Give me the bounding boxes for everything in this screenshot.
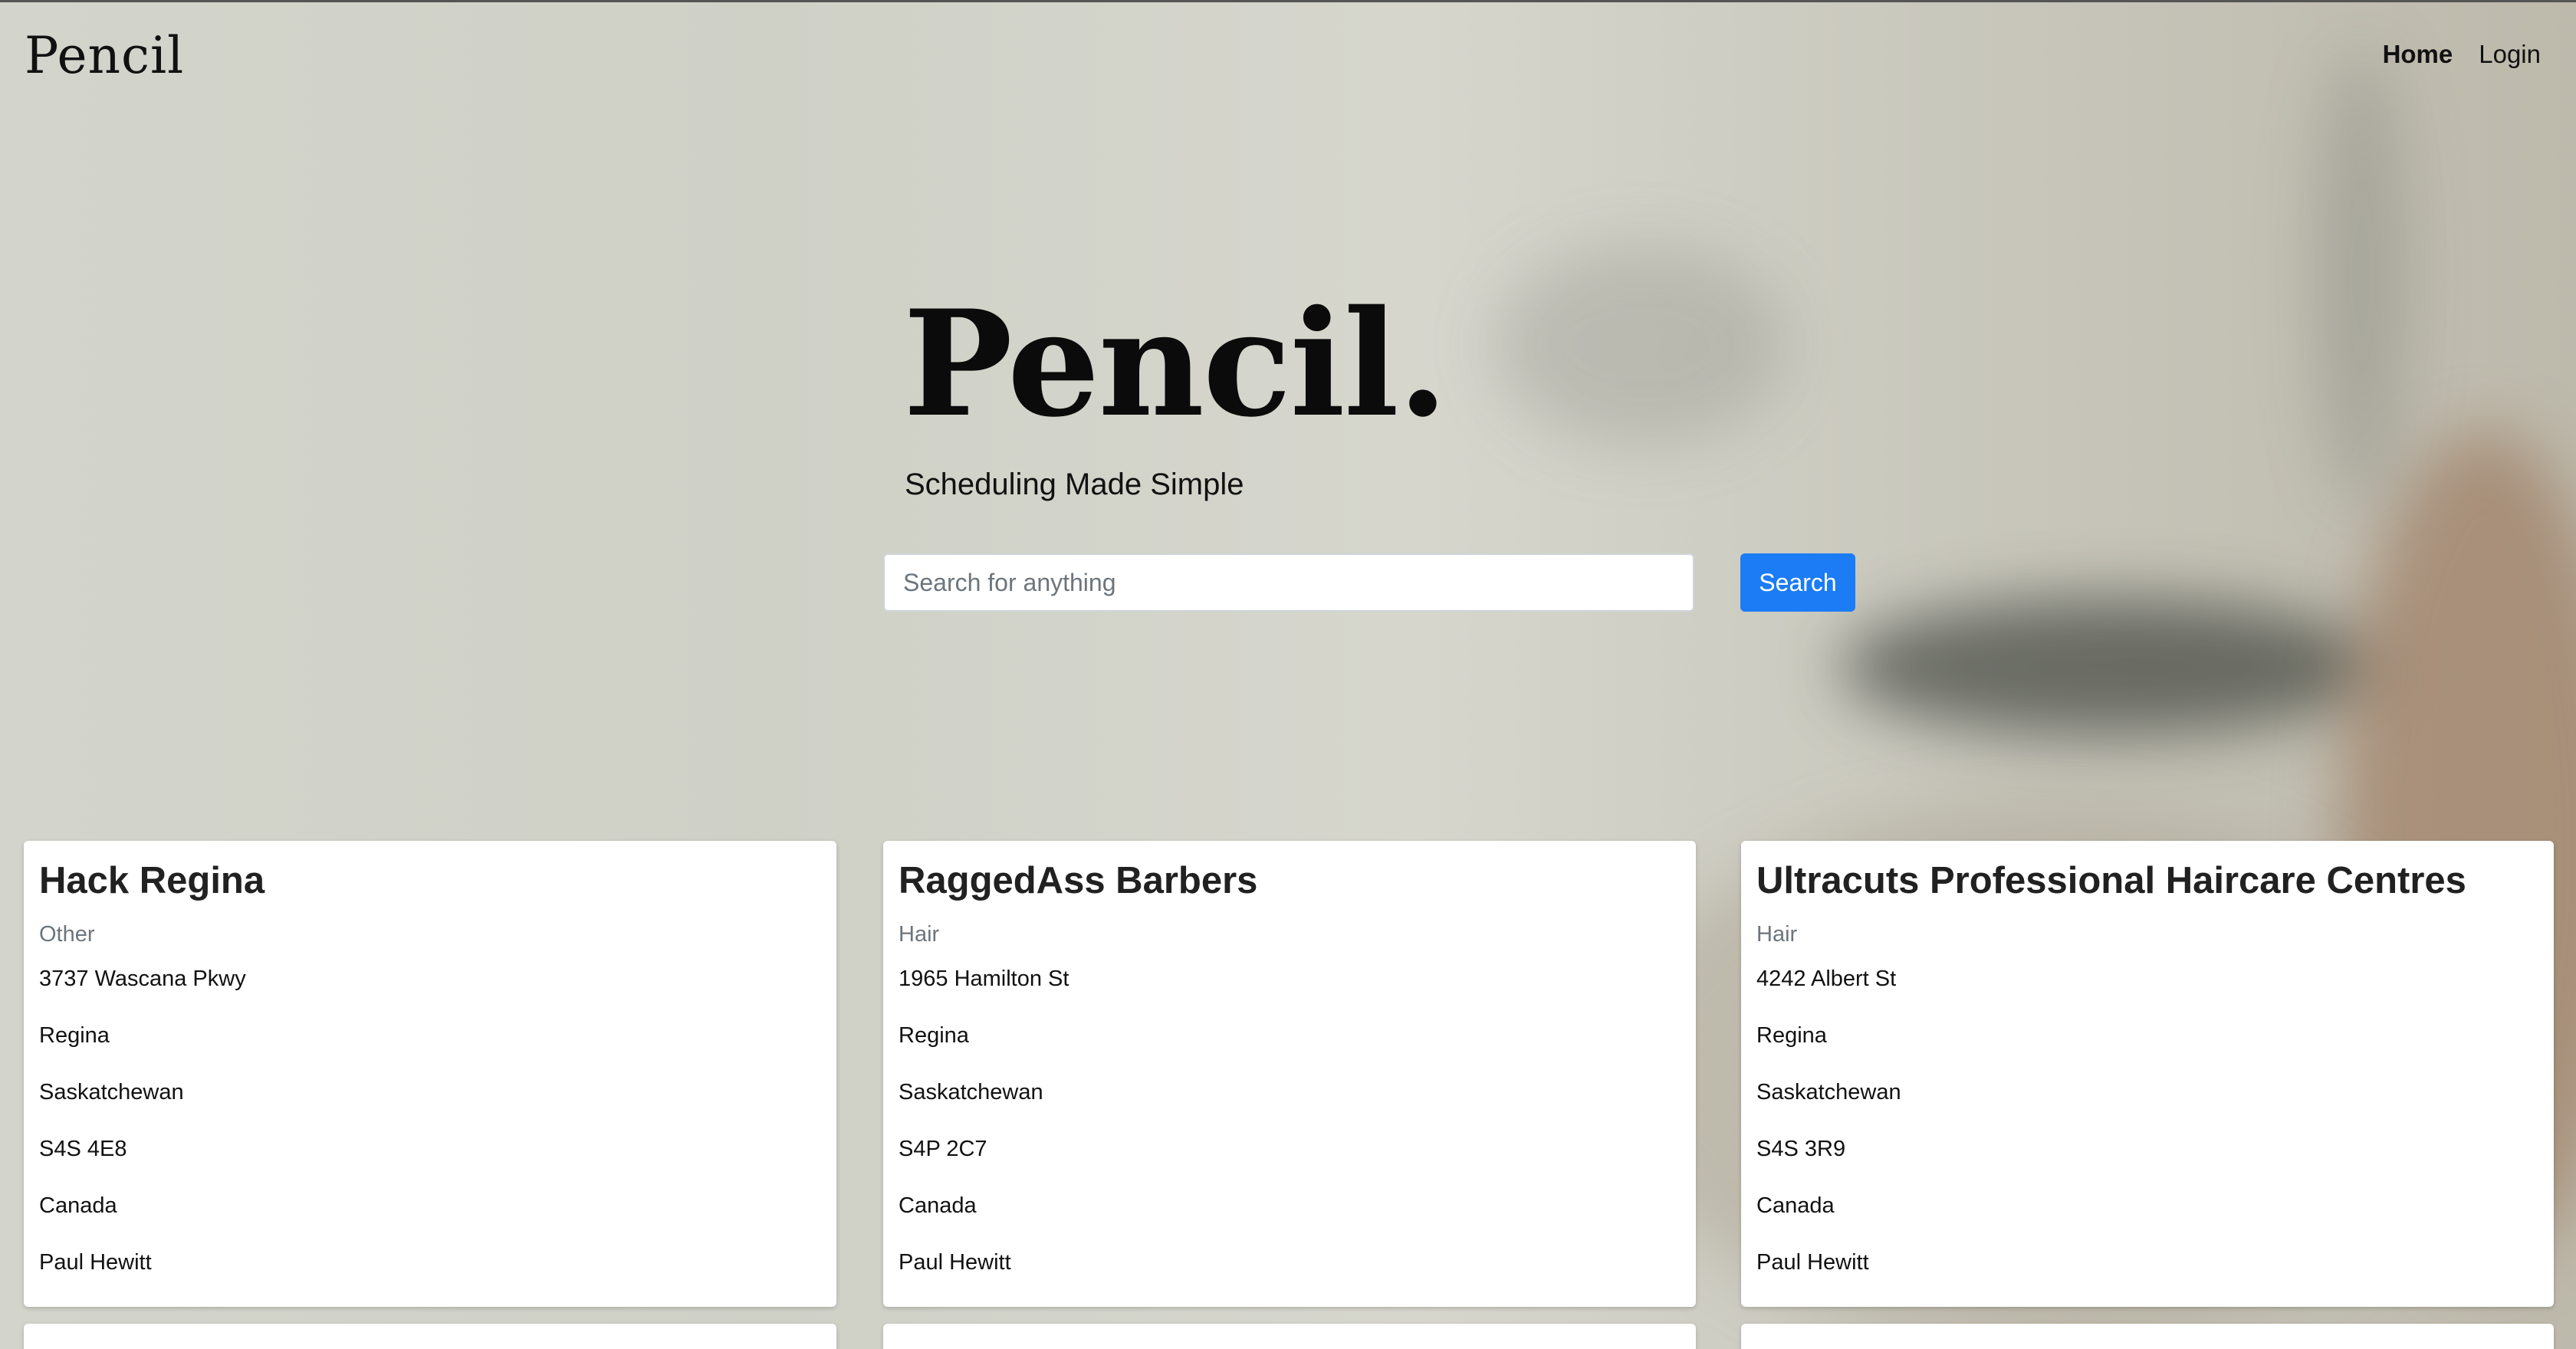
business-card[interactable]: Hack Regina Other 3737 Wascana Pkwy Regi… (24, 841, 836, 1307)
card-title: Ultracuts Professional Haircare Centres (1756, 860, 2466, 901)
card-province: Saskatchewan (1756, 1080, 1901, 1104)
card-street: 1965 Hamilton St (899, 967, 1070, 991)
card-province: Saskatchewan (39, 1080, 184, 1104)
business-card[interactable] (883, 1324, 1696, 1349)
business-card-list: Hack Regina Other 3737 Wascana Pkwy Regi… (0, 0, 2576, 1349)
card-street: 4242 Albert St (1756, 967, 1897, 991)
card-owner: Paul Hewitt (899, 1250, 1011, 1275)
card-postal: S4S 3R9 (1756, 1137, 1846, 1161)
card-postal: S4P 2C7 (899, 1137, 987, 1161)
card-city: Regina (1756, 1023, 1827, 1048)
card-country: Canada (1756, 1193, 1835, 1218)
card-city: Regina (899, 1023, 969, 1048)
card-country: Canada (899, 1193, 977, 1218)
card-category: Other (39, 922, 95, 947)
card-category: Hair (1756, 922, 1798, 947)
card-owner: Paul Hewitt (39, 1250, 152, 1275)
business-card[interactable] (24, 1324, 836, 1349)
card-title: RaggedAss Barbers (899, 860, 1258, 901)
card-province: Saskatchewan (899, 1080, 1043, 1104)
card-postal: S4S 4E8 (39, 1137, 127, 1161)
business-card[interactable] (1741, 1324, 2554, 1349)
card-country: Canada (39, 1193, 117, 1218)
card-owner: Paul Hewitt (1756, 1250, 1869, 1275)
card-category: Hair (899, 922, 940, 947)
business-card[interactable]: Ultracuts Professional Haircare Centres … (1741, 841, 2554, 1307)
business-card[interactable]: RaggedAss Barbers Hair 1965 Hamilton St … (883, 841, 1696, 1307)
card-title: Hack Regina (39, 860, 265, 901)
card-street: 3737 Wascana Pkwy (39, 967, 246, 991)
card-city: Regina (39, 1023, 110, 1048)
